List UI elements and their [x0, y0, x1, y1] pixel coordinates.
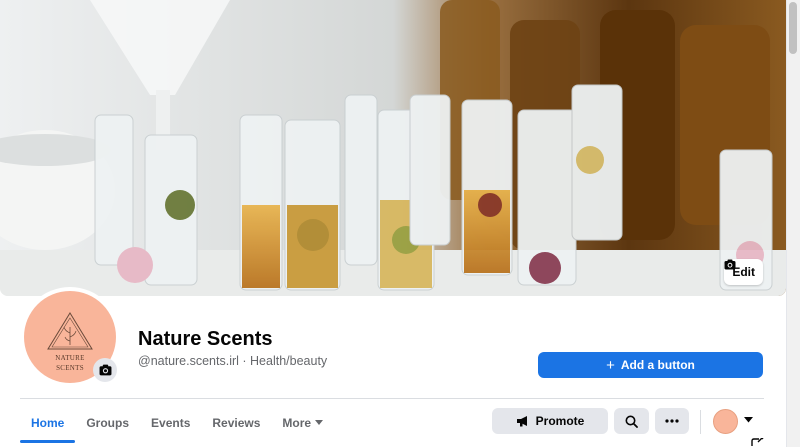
scrollbar-thumb[interactable]	[789, 2, 797, 54]
tab-more[interactable]: More	[271, 404, 334, 442]
caret-down-icon	[315, 420, 324, 425]
add-button-label: Add a button	[620, 358, 695, 372]
megaphone-icon	[516, 416, 527, 427]
caret-down-icon[interactable]	[744, 417, 753, 423]
action-separator	[700, 410, 701, 434]
vertical-scrollbar[interactable]	[786, 0, 800, 447]
promote-label: Promote	[535, 414, 585, 428]
camera-icon	[724, 259, 736, 270]
page-tabs: Home Groups Events Reviews More	[20, 404, 334, 443]
switch-profile-avatar[interactable]	[713, 409, 738, 434]
page-username-category: @nature.scents.irl · Health/beauty	[138, 354, 328, 368]
add-a-button[interactable]: + Add a button	[538, 352, 763, 378]
promote-button[interactable]: Promote	[492, 408, 608, 434]
plus-icon: +	[606, 356, 615, 374]
page-name: Nature Scents	[138, 328, 273, 350]
tab-label: Groups	[86, 416, 130, 430]
facebook-page: Edit NATURE SCENTS Nature Scents @nature…	[0, 0, 800, 447]
tab-label: Home	[31, 416, 65, 430]
tab-label: Reviews	[212, 416, 261, 430]
camera-icon	[99, 364, 111, 376]
search-icon	[625, 415, 638, 428]
tab-events[interactable]: Events	[140, 404, 201, 442]
more-options-button[interactable]	[655, 408, 689, 434]
tab-home[interactable]: Home	[20, 404, 76, 443]
update-profile-picture-button[interactable]	[93, 358, 117, 382]
ellipsis-icon	[665, 419, 679, 423]
search-button[interactable]	[614, 408, 649, 434]
tab-label: Events	[151, 416, 191, 430]
tab-reviews[interactable]: Reviews	[201, 404, 271, 442]
tab-groups[interactable]: Groups	[75, 404, 140, 442]
header-divider	[20, 398, 764, 399]
page-header: Edit NATURE SCENTS Nature Scents @nature…	[0, 0, 786, 447]
tab-label: More	[282, 416, 312, 430]
edit-cover-button[interactable]: Edit	[724, 259, 763, 285]
edit-icon[interactable]	[750, 438, 764, 447]
cover-illustration	[0, 0, 786, 296]
cover-photo[interactable]: Edit	[0, 0, 786, 296]
